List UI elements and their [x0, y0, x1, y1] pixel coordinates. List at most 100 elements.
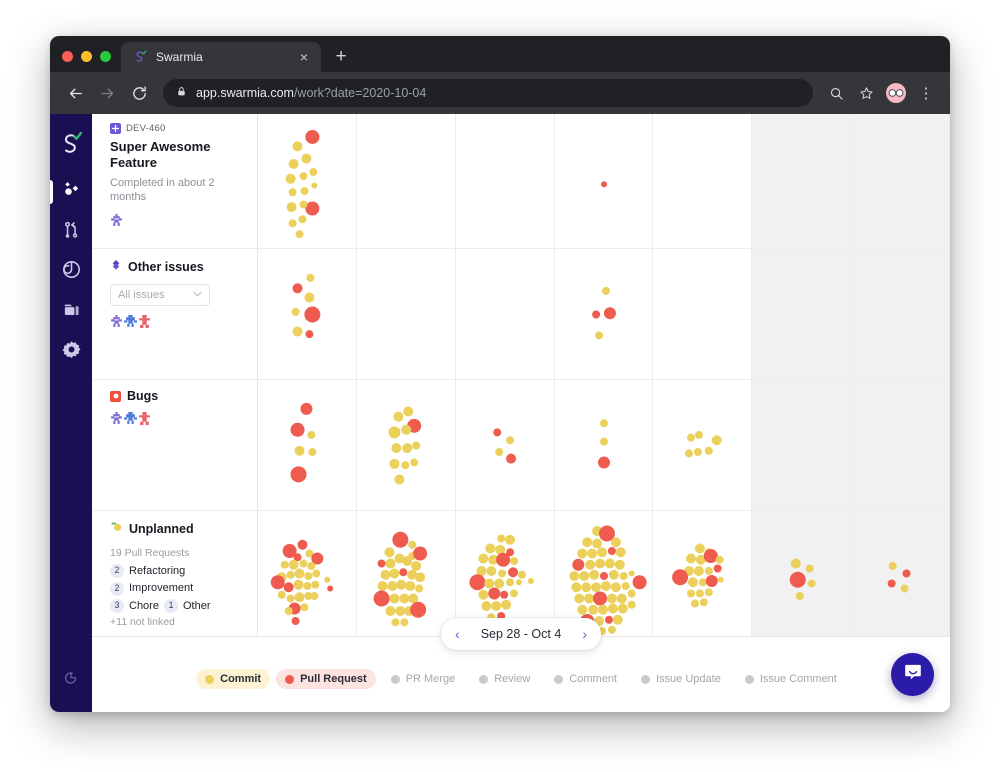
window-traffic-lights	[50, 51, 121, 72]
row-avatars[interactable]	[110, 315, 243, 328]
issue-filter-value: All issues	[118, 289, 164, 301]
row-label-column: DEV-460 Super Awesome Feature Completed …	[92, 114, 258, 636]
stat-label: Refactoring	[129, 563, 185, 580]
legend-color-dot	[285, 675, 294, 684]
legend-item-issue-comment[interactable]: Issue Comment	[736, 669, 846, 689]
target-pulse-icon	[61, 259, 82, 285]
new-tab-button[interactable]: +	[327, 42, 355, 70]
avatar[interactable]	[110, 412, 123, 425]
legend-item-commit[interactable]: Commit	[196, 669, 270, 689]
stat-label: Improvement	[129, 580, 193, 597]
avatar[interactable]	[110, 315, 123, 328]
sidebar-item-work[interactable]	[50, 172, 92, 212]
legend-label: Issue Comment	[760, 673, 837, 685]
row-label-unplanned[interactable]: Unplanned 19 Pull Requests 2 Refactoring…	[92, 511, 257, 636]
event-type-legend: Commit Pull Request PR Merge Review Comment I…	[92, 669, 950, 689]
next-week-button[interactable]: ›	[582, 627, 587, 641]
row-header: Bugs	[110, 389, 243, 403]
avatar[interactable]	[124, 412, 137, 425]
legend-item-issue-update[interactable]: Issue Update	[632, 669, 730, 689]
row-avatars[interactable]	[110, 214, 243, 227]
reload-icon[interactable]	[125, 79, 153, 107]
work-diamond-icon	[61, 179, 82, 205]
chevron-down-icon	[193, 291, 202, 299]
row-label-bugs[interactable]: Bugs	[92, 380, 257, 511]
grid-column-thu[interactable]	[555, 114, 654, 636]
main-content: DEV-460 Super Awesome Feature Completed …	[92, 114, 950, 712]
row-subtitle: Completed in about 2 months	[110, 176, 243, 206]
close-icon[interactable]: ×	[295, 48, 313, 66]
stat-chore-other[interactable]: 3 Chore 1 Other	[110, 598, 243, 615]
legend-color-dot	[641, 675, 650, 684]
legend-item-review[interactable]: Review	[470, 669, 539, 689]
legend-color-dot	[745, 675, 754, 684]
previous-week-button[interactable]: ‹	[455, 627, 460, 641]
not-linked-count: +11 not linked	[110, 615, 243, 631]
sidebar-item-sync[interactable]	[50, 660, 92, 700]
activity-grid	[258, 114, 950, 636]
row-avatars[interactable]	[110, 412, 243, 425]
stat-improvement[interactable]: 2 Improvement	[110, 580, 243, 597]
power-sync-icon	[63, 670, 79, 691]
grid-column-fri[interactable]	[653, 114, 752, 636]
sidebar-item-insights[interactable]	[50, 252, 92, 292]
browser-tab[interactable]: Swarmia ×	[121, 42, 321, 72]
issue-filter-select[interactable]: All issues	[110, 284, 210, 306]
row-header: Other issues	[110, 258, 243, 276]
diamond-icon	[110, 258, 122, 276]
row-label-super-awesome-feature[interactable]: DEV-460 Super Awesome Feature Completed …	[92, 114, 257, 249]
url-domain: app.swarmia.com	[196, 86, 294, 100]
legend-item-pr-merge[interactable]: PR Merge	[382, 669, 465, 689]
browser-menu-icon[interactable]: ⋮	[913, 80, 939, 106]
legend-item-comment[interactable]: Comment	[545, 669, 626, 689]
avatar[interactable]	[138, 315, 151, 328]
sidebar-item-settings[interactable]	[50, 332, 92, 372]
forward-icon[interactable]	[93, 79, 121, 107]
sidebar-item-projects[interactable]	[50, 292, 92, 332]
avatar[interactable]	[124, 315, 137, 328]
left-sidebar	[50, 114, 92, 712]
legend-item-pull-request[interactable]: Pull Request	[276, 669, 376, 689]
sidebar-item-swarmia-logo[interactable]	[50, 124, 92, 168]
intercom-chat-button[interactable]	[891, 653, 934, 696]
date-range-navigator: ‹ Sep 28 - Oct 4 ›	[441, 618, 601, 650]
stat-refactoring[interactable]: 2 Refactoring	[110, 563, 243, 580]
legend-label: Review	[494, 673, 530, 685]
search-icon[interactable]	[823, 80, 849, 106]
stat-label: Other	[183, 598, 211, 615]
avatar[interactable]	[110, 214, 123, 227]
row-title: Super Awesome Feature	[110, 139, 243, 172]
avatar[interactable]	[138, 412, 151, 425]
legend-color-dot	[554, 675, 563, 684]
legend-label: Issue Update	[656, 673, 721, 685]
browser-window: Swarmia × + app.swarmia.com/work?date=20…	[50, 36, 950, 712]
legend-label: Commit	[220, 673, 261, 685]
grid-column-tue[interactable]	[357, 114, 456, 636]
grid-column-mon[interactable]	[258, 114, 357, 636]
maximize-window-button[interactable]	[100, 51, 111, 62]
bookmark-star-icon[interactable]	[853, 80, 879, 106]
url-text: app.swarmia.com/work?date=2020-10-04	[196, 86, 426, 100]
lock-icon	[176, 84, 187, 102]
branch-icon	[62, 219, 81, 245]
legend-label: Comment	[569, 673, 617, 685]
grid-column-wed[interactable]	[456, 114, 555, 636]
minimize-window-button[interactable]	[81, 51, 92, 62]
legend-label: Pull Request	[300, 673, 367, 685]
address-bar[interactable]: app.swarmia.com/work?date=2020-10-04	[163, 79, 813, 107]
row-label-other-issues[interactable]: Other issues All issues	[92, 249, 257, 380]
close-window-button[interactable]	[62, 51, 73, 62]
avatar[interactable]	[886, 83, 906, 103]
back-icon[interactable]	[61, 79, 89, 107]
layers-icon	[61, 300, 82, 325]
legend-label: PR Merge	[406, 673, 456, 685]
legend-color-dot	[479, 675, 488, 684]
grid-column-sun[interactable]	[851, 114, 950, 636]
row-title: Unplanned	[129, 522, 194, 536]
grid-column-sat[interactable]	[752, 114, 851, 636]
sidebar-item-pull-requests[interactable]	[50, 212, 92, 252]
count-badge: 3	[110, 599, 124, 613]
ticket-key: DEV-460	[126, 123, 165, 134]
bug-square-icon	[110, 391, 121, 402]
row-title: Bugs	[127, 389, 158, 403]
